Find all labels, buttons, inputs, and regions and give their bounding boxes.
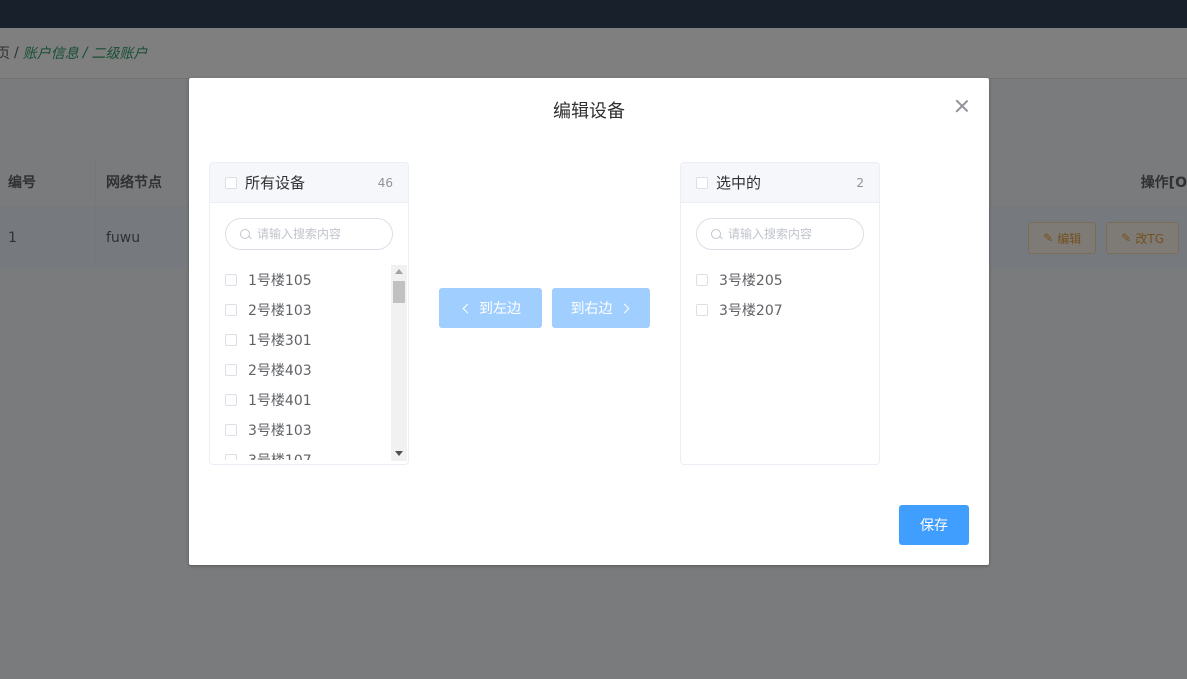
scroll-up-arrow-icon[interactable] xyxy=(391,265,407,279)
item-checkbox[interactable] xyxy=(696,274,708,286)
item-checkbox[interactable] xyxy=(225,364,237,376)
item-checkbox[interactable] xyxy=(696,304,708,316)
panel-header: 所有设备 46 xyxy=(210,163,408,203)
search-input[interactable] xyxy=(726,226,860,242)
chevron-right-icon xyxy=(619,303,629,313)
list-item[interactable]: 3号楼205 xyxy=(681,265,862,295)
item-checkbox[interactable] xyxy=(225,334,237,346)
list-item[interactable]: 1号楼105 xyxy=(210,265,391,295)
item-checkbox[interactable] xyxy=(225,394,237,406)
move-to-left-button[interactable]: 到左边 xyxy=(439,288,542,328)
selected-list: 3号楼205 3号楼207 xyxy=(681,265,862,460)
search-box xyxy=(225,218,393,250)
list-item[interactable]: 1号楼401 xyxy=(210,385,391,415)
list-item[interactable]: 1号楼301 xyxy=(210,325,391,355)
search-box xyxy=(696,218,864,250)
scroll-down-arrow-icon[interactable] xyxy=(391,447,407,461)
move-to-right-button[interactable]: 到右边 xyxy=(552,288,650,328)
list-item[interactable]: 2号楼403 xyxy=(210,355,391,385)
chevron-left-icon xyxy=(462,303,473,313)
edit-devices-dialog: 编辑设备 所有设备 46 1号楼105 2号楼103 1号楼301 2号楼403… xyxy=(189,78,989,565)
item-checkbox[interactable] xyxy=(225,274,237,286)
panel-title: 选中的 xyxy=(716,174,762,192)
search-input[interactable] xyxy=(255,226,389,242)
list-item[interactable]: 3号楼107 xyxy=(210,445,391,460)
selected-devices-panel: 选中的 2 3号楼205 3号楼207 xyxy=(680,162,880,465)
scrollbar-thumb[interactable] xyxy=(393,281,405,303)
panel-title: 所有设备 xyxy=(245,174,306,192)
panel-count: 46 xyxy=(377,175,393,190)
search-icon xyxy=(240,228,251,240)
dialog-title: 编辑设备 xyxy=(553,101,625,122)
item-checkbox[interactable] xyxy=(225,424,237,436)
item-checkbox[interactable] xyxy=(225,304,237,316)
item-checkbox[interactable] xyxy=(225,454,237,460)
list-scrollbar[interactable] xyxy=(391,265,407,461)
close-icon[interactable] xyxy=(954,98,970,114)
select-all-checkbox[interactable] xyxy=(696,176,708,189)
list-item[interactable]: 2号楼103 xyxy=(210,295,391,325)
save-button[interactable]: 保存 xyxy=(899,505,969,545)
list-item[interactable]: 3号楼103 xyxy=(210,415,391,445)
select-all-checkbox[interactable] xyxy=(225,176,237,189)
all-devices-panel: 所有设备 46 1号楼105 2号楼103 1号楼301 2号楼403 1号楼4… xyxy=(209,162,409,465)
panel-count: 2 xyxy=(856,175,864,190)
panel-header: 选中的 2 xyxy=(681,163,879,203)
device-list: 1号楼105 2号楼103 1号楼301 2号楼403 1号楼401 3号楼10… xyxy=(210,265,391,460)
search-icon xyxy=(711,228,722,240)
list-item[interactable]: 3号楼207 xyxy=(681,295,862,325)
